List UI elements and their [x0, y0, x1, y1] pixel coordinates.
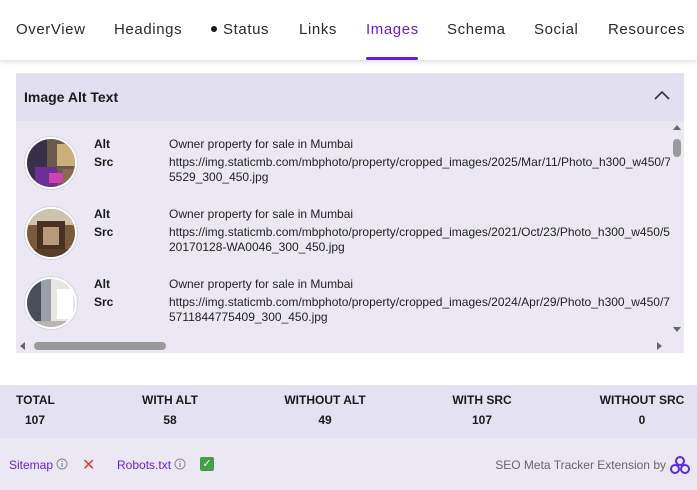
stat-without-src-value: 0: [638, 413, 646, 427]
src-value-continued: 5529_300_450.jpg: [169, 170, 269, 184]
stat-with-alt-value: 58: [163, 413, 177, 427]
stat-total: TOTAL 107: [16, 393, 55, 427]
src-value: https://img.staticmb.com/mbphoto/propert…: [169, 295, 670, 309]
src-value-continued: 5711844775409_300_450.jpg: [169, 310, 328, 324]
stat-without-alt-value: 49: [318, 413, 332, 427]
image-stats-bar: TOTAL 107 WITH ALT 58 WITHOUT ALT 49 WIT…: [0, 385, 697, 438]
list-item: Alt Owner property for sale in Mumbai Sr…: [16, 121, 670, 191]
panel-header[interactable]: Image Alt Text: [16, 73, 684, 121]
src-label: Src: [94, 225, 114, 239]
stat-without-alt-label: WITHOUT ALT: [284, 393, 366, 407]
status-dot-icon: [211, 26, 217, 33]
stat-with-src-value: 107: [471, 413, 493, 427]
tab-schema[interactable]: Schema: [447, 0, 506, 60]
scroll-up-icon[interactable]: [673, 125, 681, 130]
src-value-continued: 20170128-WA0046_300_450.jpg: [169, 240, 345, 254]
src-value: https://img.staticmb.com/mbphoto/propert…: [169, 225, 670, 239]
panel-title: Image Alt Text: [24, 89, 119, 105]
alt-label: Alt: [94, 277, 110, 291]
image-alt-panel: Image Alt Text Alt Owner property for sa…: [16, 73, 684, 353]
tab-headings[interactable]: Headings: [114, 0, 182, 60]
stat-with-alt-label: WITH ALT: [142, 393, 198, 407]
stat-total-value: 107: [24, 413, 46, 427]
src-value: https://img.staticmb.com/mbphoto/propert…: [169, 155, 670, 169]
scroll-right-icon[interactable]: [657, 342, 662, 350]
stat-without-src: WITHOUT SRC 0: [597, 393, 687, 427]
thumbnail-image: [25, 277, 77, 329]
thumbnail-image: [25, 137, 77, 189]
image-list: Alt Owner property for sale in Mumbai Sr…: [16, 121, 670, 339]
tab-resources[interactable]: Resources: [608, 0, 685, 60]
src-label: Src: [94, 295, 114, 309]
stat-with-src: WITH SRC 107: [451, 393, 513, 427]
scroll-left-icon[interactable]: [20, 342, 25, 350]
stat-with-src-label: WITH SRC: [452, 393, 512, 407]
tab-social[interactable]: Social: [534, 0, 578, 60]
tab-overview[interactable]: OverView: [16, 0, 86, 60]
vertical-scroll-thumb[interactable]: [673, 139, 681, 157]
list-item: Alt Owner property for sale in Mumbai Sr…: [16, 191, 670, 261]
robots-found-icon: ✓: [200, 457, 214, 471]
stat-without-alt: WITHOUT ALT 49: [283, 393, 367, 427]
alt-value: Owner property for sale in Mumbai: [169, 277, 354, 291]
list-item: Alt Owner property for sale in Mumbai Sr…: [16, 261, 670, 331]
info-icon[interactable]: [56, 458, 68, 470]
tab-status-label: Status: [223, 21, 270, 38]
sitemap-link[interactable]: Sitemap: [9, 458, 53, 472]
robots-link[interactable]: Robots.txt: [117, 458, 171, 472]
chevron-up-icon[interactable]: [652, 85, 672, 105]
scroll-down-icon[interactable]: [673, 327, 681, 332]
tab-images[interactable]: Images: [366, 0, 419, 60]
active-tab-indicator: [366, 57, 418, 60]
stat-with-alt: WITH ALT 58: [140, 393, 200, 427]
alt-label: Alt: [94, 207, 110, 221]
tab-links[interactable]: Links: [299, 0, 337, 60]
horizontal-scrollbar[interactable]: [16, 339, 670, 353]
brand-credit: SEO Meta Tracker Extension by: [495, 458, 666, 472]
stat-without-src-label: WITHOUT SRC: [599, 393, 685, 407]
stat-total-label: TOTAL: [16, 393, 55, 407]
alt-label: Alt: [94, 137, 110, 151]
vertical-scrollbar[interactable]: [670, 121, 684, 339]
tab-status[interactable]: Status: [211, 0, 269, 60]
footer: Sitemap ✕ Robots.txt ✓ SEO Meta Tracker …: [0, 438, 697, 490]
brand-logo-icon[interactable]: [670, 456, 690, 474]
info-icon[interactable]: [174, 458, 186, 470]
src-label: Src: [94, 155, 114, 169]
alt-value: Owner property for sale in Mumbai: [169, 137, 354, 151]
sitemap-missing-icon: ✕: [82, 457, 96, 474]
tab-bar: OverView Headings Status Links Images Sc…: [0, 0, 697, 60]
thumbnail-image: [25, 207, 77, 259]
horizontal-scroll-thumb[interactable]: [34, 342, 166, 350]
alt-value: Owner property for sale in Mumbai: [169, 207, 354, 221]
